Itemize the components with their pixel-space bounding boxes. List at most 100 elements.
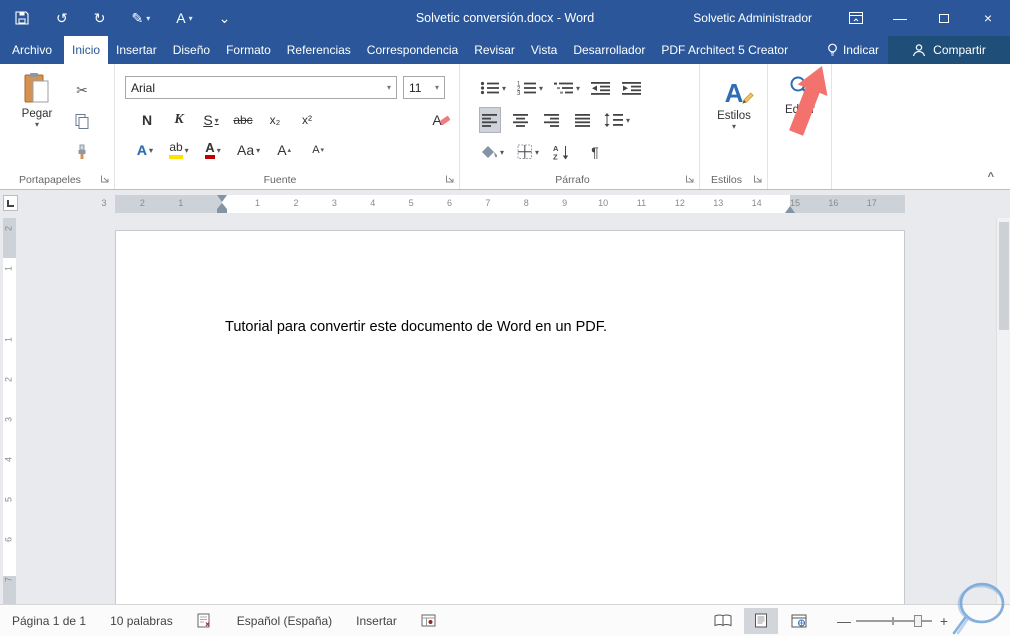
document-page[interactable]: Tutorial para convertir este documento d… xyxy=(115,230,905,604)
language-indicator[interactable]: Español (España) xyxy=(237,614,332,628)
right-indent-marker[interactable] xyxy=(785,206,795,213)
first-line-indent-marker[interactable] xyxy=(217,195,227,202)
borders-button[interactable] xyxy=(517,140,539,164)
tab-desarrollador[interactable]: Desarrollador xyxy=(565,36,653,64)
macro-record-button[interactable] xyxy=(421,614,436,627)
tab-vista[interactable]: Vista xyxy=(523,36,565,64)
proofing-status-button[interactable] xyxy=(197,613,213,628)
customize-qat-button[interactable]: ⌄ xyxy=(219,10,231,27)
shrink-font-button[interactable]: A ▾ xyxy=(308,138,328,162)
font-size-combo[interactable]: 11 ▾ xyxy=(403,76,445,99)
tab-revisar[interactable]: Revisar xyxy=(466,36,523,64)
change-case-button[interactable]: Aa xyxy=(237,138,260,162)
ruler-number: 3 xyxy=(101,198,107,208)
justify-button[interactable] xyxy=(573,108,593,132)
highlight-icon: ab xyxy=(169,141,183,159)
ribbon-display-options-button[interactable] xyxy=(834,0,878,36)
underline-button[interactable]: S xyxy=(201,108,221,132)
macro-record-icon xyxy=(421,614,436,627)
tab-referencias[interactable]: Referencias xyxy=(279,36,359,64)
numbering-button[interactable]: 123 xyxy=(517,76,543,100)
italic-button[interactable]: K xyxy=(169,108,189,132)
line-spacing-button[interactable] xyxy=(604,108,630,132)
bullets-icon xyxy=(480,81,499,95)
bullets-button[interactable] xyxy=(480,76,506,100)
font-name-combo[interactable]: Arial ▾ xyxy=(125,76,397,99)
align-center-icon xyxy=(513,113,528,127)
align-right-button[interactable] xyxy=(542,108,562,132)
read-mode-button[interactable] xyxy=(706,608,740,634)
minimize-button[interactable]: — xyxy=(878,0,922,36)
font-color-button[interactable]: A xyxy=(203,138,223,162)
undo-button[interactable]: ↺ xyxy=(56,10,68,27)
tell-me-button[interactable]: Indicar xyxy=(818,36,888,64)
pilcrow-button[interactable]: ¶ xyxy=(585,140,605,164)
tab-insertar[interactable]: Insertar xyxy=(108,36,165,64)
vertical-scrollbar[interactable] xyxy=(996,218,1010,604)
save-button[interactable] xyxy=(14,10,30,26)
increase-indent-icon xyxy=(622,82,642,95)
tab-diseno[interactable]: Diseño xyxy=(165,36,218,64)
align-left-button[interactable] xyxy=(479,107,501,133)
subscript-button[interactable]: x₂ xyxy=(265,108,285,132)
maximize-button[interactable] xyxy=(922,0,966,36)
highlight-color-button[interactable]: ab xyxy=(169,138,189,162)
web-layout-button[interactable] xyxy=(782,608,816,634)
ruler-number: 13 xyxy=(713,198,724,208)
sort-button[interactable]: AZ xyxy=(552,140,572,164)
close-button[interactable]: × xyxy=(966,0,1010,36)
tab-stop-selector[interactable] xyxy=(3,195,18,211)
document-text[interactable]: Tutorial para convertir este documento d… xyxy=(116,231,904,335)
format-painter-button[interactable] xyxy=(72,142,92,162)
decrease-indent-icon xyxy=(591,82,611,95)
font-dialog-launcher[interactable] xyxy=(444,173,456,185)
ruler-numbers: 3 2 1 1 2 3 4 5 6 7 8 9 10 11 12 13 14 15 16 17 xyxy=(98,199,878,208)
zoom-out-button[interactable]: — xyxy=(836,613,852,629)
grow-font-button[interactable]: A ▴ xyxy=(274,138,294,162)
pen-mode-button[interactable]: ✎ xyxy=(131,10,150,27)
decrease-indent-button[interactable] xyxy=(591,76,611,100)
left-indent-marker[interactable] xyxy=(217,203,227,213)
redo-button[interactable]: ↻ xyxy=(94,10,106,27)
increase-indent-button[interactable] xyxy=(622,76,642,100)
tab-archivo[interactable]: Archivo xyxy=(0,36,64,64)
copy-button[interactable] xyxy=(72,111,92,131)
word-count[interactable]: 10 palabras xyxy=(110,614,173,628)
font-tools-button[interactable]: A xyxy=(176,10,192,26)
insert-mode-indicator[interactable]: Insertar xyxy=(356,614,397,628)
superscript-button[interactable]: x² xyxy=(297,108,317,132)
styles-icon: A xyxy=(717,72,754,106)
dropdown-caret: ▾ xyxy=(434,82,439,92)
cut-button[interactable]: ✂ xyxy=(72,80,92,100)
clear-formatting-button[interactable]: A xyxy=(431,108,451,132)
tab-formato[interactable]: Formato xyxy=(218,36,279,64)
person-icon xyxy=(913,44,926,57)
scrollbar-thumb[interactable] xyxy=(999,222,1009,330)
multilevel-list-button[interactable] xyxy=(554,76,580,100)
zoom-slider[interactable] xyxy=(856,614,932,628)
clipboard-dialog-launcher[interactable] xyxy=(99,173,111,185)
align-center-button[interactable] xyxy=(511,108,531,132)
print-layout-button[interactable] xyxy=(744,607,778,634)
account-name[interactable]: Solvetic Administrador xyxy=(693,11,812,25)
paste-button[interactable]: Pegar ▾ xyxy=(8,72,66,129)
collapse-ribbon-button[interactable]: ^ xyxy=(988,171,994,183)
bold-button[interactable]: N xyxy=(137,108,157,132)
zoom-slider-thumb[interactable] xyxy=(914,614,922,627)
document-area: 2 1 1 2 3 4 5 6 7 Tutorial para convertir este d… xyxy=(0,218,1010,604)
ruler-number: 3 xyxy=(3,417,14,423)
share-button[interactable]: Compartir xyxy=(888,36,1010,64)
styles-dialog-launcher[interactable] xyxy=(752,173,764,185)
ribbon-tab-row: Archivo Inicio Insertar Diseño Formato R… xyxy=(0,36,1010,64)
tab-inicio[interactable]: Inicio xyxy=(64,36,109,64)
page-indicator[interactable]: Página 1 de 1 xyxy=(12,614,86,628)
group-fuente: Arial ▾ 11 ▾ N K S abc x₂ x² A A xyxy=(115,64,460,189)
shading-button[interactable] xyxy=(480,140,504,164)
tab-pdf-architect-5-creator[interactable]: PDF Architect 5 Creator xyxy=(653,36,796,64)
edit-button[interactable]: Editar ▾ xyxy=(772,74,828,125)
text-effects-button[interactable]: A xyxy=(135,138,155,162)
tab-correspondencia[interactable]: Correspondencia xyxy=(359,36,466,64)
strikethrough-button[interactable]: abc xyxy=(233,108,253,132)
paragraph-dialog-launcher[interactable] xyxy=(684,173,696,185)
styles-button[interactable]: A Estilos ▾ xyxy=(706,72,762,131)
